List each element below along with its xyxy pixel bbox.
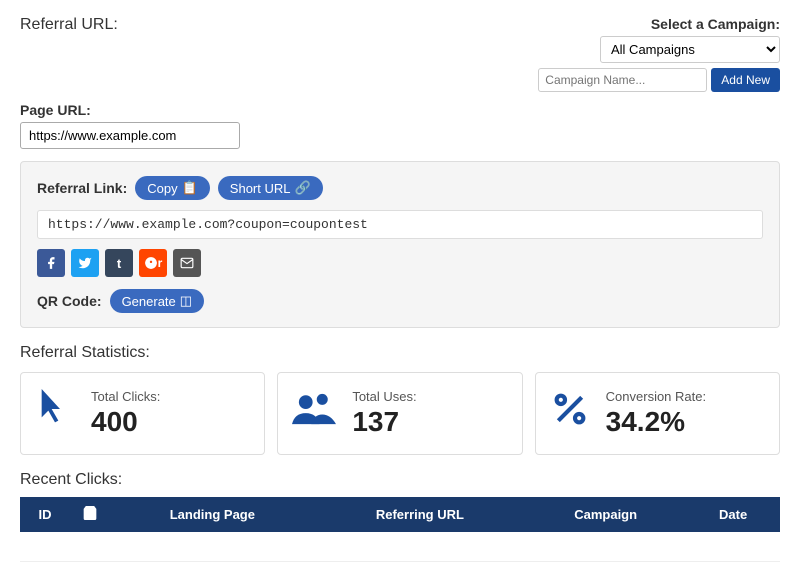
conversion-rate-label: Conversion Rate: bbox=[606, 389, 706, 404]
link-icon: 🔗 bbox=[295, 180, 311, 196]
th-cart bbox=[70, 497, 110, 532]
referral-url-display: https://www.example.com?coupon=coupontes… bbox=[37, 210, 763, 239]
total-clicks-label: Total Clicks: bbox=[91, 389, 160, 404]
page-url-input[interactable] bbox=[20, 122, 240, 149]
table-header: ID Landing Page Referring URL Campaign D… bbox=[20, 497, 780, 532]
stat-card-clicks: Total Clicks: 400 bbox=[20, 372, 265, 455]
referral-url-title: Referral URL: bbox=[20, 12, 118, 33]
stat-info-uses: Total Uses: 137 bbox=[352, 389, 416, 438]
add-new-button[interactable]: Add New bbox=[711, 68, 780, 92]
page-url-section: Page URL: bbox=[20, 102, 780, 149]
total-clicks-value: 400 bbox=[91, 406, 160, 438]
referral-url-title-area: Referral URL: bbox=[20, 16, 118, 34]
short-url-button[interactable]: Short URL 🔗 bbox=[218, 176, 323, 200]
svg-text:r: r bbox=[147, 261, 149, 267]
reddit-icon[interactable]: r r bbox=[139, 249, 167, 277]
generate-label: Generate bbox=[122, 294, 176, 309]
twitter-icon[interactable] bbox=[71, 249, 99, 277]
recent-clicks-table: ID Landing Page Referring URL Campaign D… bbox=[20, 497, 780, 562]
total-uses-value: 137 bbox=[352, 406, 416, 438]
stats-section: Referral Statistics: Total Clicks: 400 bbox=[20, 344, 780, 455]
percent-icon bbox=[550, 389, 590, 438]
campaign-select[interactable]: All Campaigns bbox=[600, 36, 780, 63]
generate-button[interactable]: Generate ◫ bbox=[110, 289, 205, 313]
qr-label: QR Code: bbox=[37, 293, 102, 309]
stats-title: Referral Statistics: bbox=[20, 344, 780, 362]
header-row: Referral URL: Select a Campaign: All Cam… bbox=[20, 16, 780, 92]
copy-button[interactable]: Copy 📋 bbox=[135, 176, 210, 200]
conversion-rate-value: 34.2% bbox=[606, 406, 706, 438]
table-body bbox=[20, 532, 780, 562]
social-icons-row: t r r bbox=[37, 249, 763, 277]
stat-card-uses: Total Uses: 137 bbox=[277, 372, 522, 455]
recent-clicks-title: Recent Clicks: bbox=[20, 471, 780, 489]
table-header-row: ID Landing Page Referring URL Campaign D… bbox=[20, 497, 780, 532]
stats-row: Total Clicks: 400 Total Uses: 137 bbox=[20, 372, 780, 455]
page-wrapper: Referral URL: Select a Campaign: All Cam… bbox=[0, 0, 800, 578]
stat-card-conversion: Conversion Rate: 34.2% bbox=[535, 372, 780, 455]
total-uses-label: Total Uses: bbox=[352, 389, 416, 404]
qr-row: QR Code: Generate ◫ bbox=[37, 289, 763, 313]
th-id: ID bbox=[20, 497, 70, 532]
th-landing-page: Landing Page bbox=[110, 497, 315, 532]
stat-info-clicks: Total Clicks: 400 bbox=[91, 389, 160, 438]
page-url-label: Page URL: bbox=[20, 102, 780, 118]
referral-link-label: Referral Link: bbox=[37, 180, 127, 196]
table-row bbox=[20, 532, 780, 562]
users-icon bbox=[292, 391, 336, 436]
cursor-icon bbox=[35, 389, 75, 438]
th-date: Date bbox=[686, 497, 780, 532]
th-referring-url: Referring URL bbox=[315, 497, 525, 532]
qr-icon: ◫ bbox=[180, 293, 192, 309]
referral-link-row: Referral Link: Copy 📋 Short URL 🔗 bbox=[37, 176, 763, 200]
recent-clicks-section: Recent Clicks: ID Landing Page Referring… bbox=[20, 471, 780, 562]
tumblr-icon[interactable]: t bbox=[105, 249, 133, 277]
copy-label: Copy bbox=[147, 181, 177, 196]
email-icon[interactable] bbox=[173, 249, 201, 277]
facebook-icon[interactable] bbox=[37, 249, 65, 277]
referral-link-box: Referral Link: Copy 📋 Short URL 🔗 https:… bbox=[20, 161, 780, 328]
campaign-select-area: Select a Campaign: All Campaigns Add New bbox=[538, 16, 780, 92]
th-campaign: Campaign bbox=[525, 497, 686, 532]
campaign-select-label: Select a Campaign: bbox=[538, 16, 780, 32]
stat-info-conversion: Conversion Rate: 34.2% bbox=[606, 389, 706, 438]
campaign-add-row: Add New bbox=[538, 68, 780, 92]
short-url-label: Short URL bbox=[230, 181, 291, 196]
copy-icon: 📋 bbox=[182, 180, 198, 196]
campaign-name-input[interactable] bbox=[538, 68, 707, 92]
